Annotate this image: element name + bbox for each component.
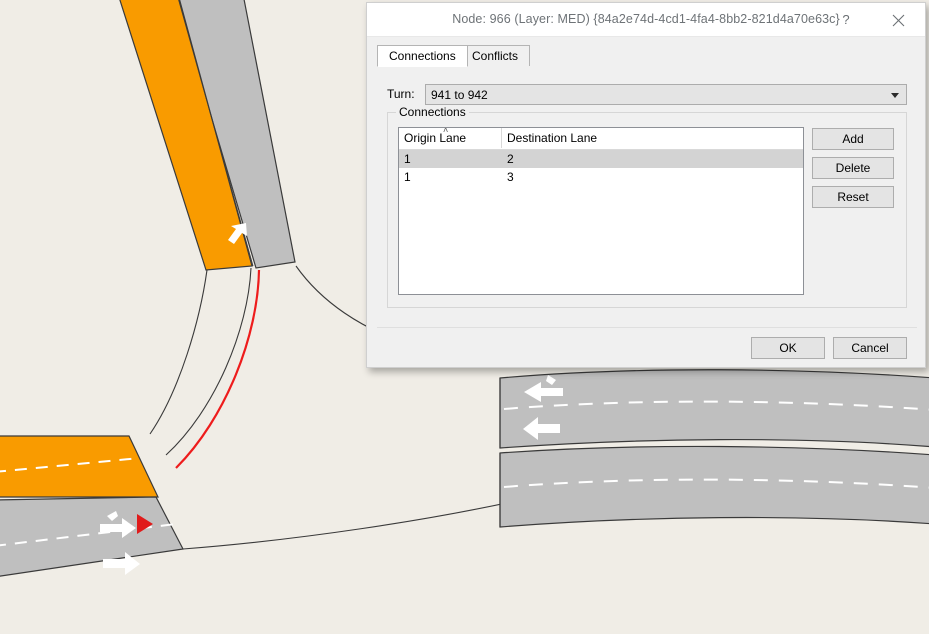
dialog-titlebar[interactable]: Node: 966 (Layer: MED) {84a2e74d-4cd1-4f… (367, 3, 925, 37)
delete-button[interactable]: Delete (812, 157, 894, 179)
chevron-down-icon (891, 93, 899, 98)
table-header-row: Origin Lane ˄ Destination Lane (399, 128, 803, 150)
cell-origin-lane: 1 (404, 152, 411, 166)
cancel-button[interactable]: Cancel (833, 337, 907, 359)
node-properties-dialog[interactable]: Node: 966 (Layer: MED) {84a2e74d-4cd1-4f… (366, 2, 926, 368)
cell-origin-lane: 1 (404, 170, 411, 184)
column-header-destination-lane[interactable]: Destination Lane (502, 128, 803, 148)
turn-row: Turn: 941 to 942 (387, 84, 907, 105)
help-icon[interactable]: ? (825, 3, 867, 36)
cell-destination-lane: 3 (507, 170, 514, 184)
sort-ascending-icon: ˄ (443, 127, 449, 135)
close-icon[interactable] (877, 3, 919, 36)
turn-label: Turn: (387, 87, 415, 101)
road-segment-east-upper (499, 369, 929, 449)
reset-button[interactable]: Reset (812, 186, 894, 208)
column-header-origin-lane-label: Origin Lane (404, 131, 467, 145)
dialog-separator (377, 327, 917, 328)
tab-conflicts[interactable]: Conflicts (460, 45, 531, 67)
cell-destination-lane: 2 (507, 152, 514, 166)
connections-groupbox-legend: Connections (396, 105, 469, 119)
turn-selected-value: 941 to 942 (431, 88, 488, 102)
connections-table[interactable]: Origin Lane ˄ Destination Lane 1 2 1 3 (398, 127, 804, 295)
table-row[interactable]: 1 3 (399, 168, 803, 186)
add-button[interactable]: Add (812, 128, 894, 150)
tabstrip: Connections Conflicts (377, 45, 917, 67)
turn-dropdown[interactable]: 941 to 942 (425, 84, 907, 105)
ok-button[interactable]: OK (751, 337, 825, 359)
connections-groupbox: Connections Origin Lane ˄ Destination La… (387, 105, 907, 308)
column-header-origin-lane[interactable]: Origin Lane ˄ (399, 128, 502, 148)
tab-connections[interactable]: Connections (377, 45, 468, 67)
road-segment-east-lower (499, 445, 929, 528)
tab-panel-connections: Turn: 941 to 942 Connections Origin Lane… (377, 66, 917, 319)
table-row[interactable]: 1 2 (399, 150, 803, 168)
